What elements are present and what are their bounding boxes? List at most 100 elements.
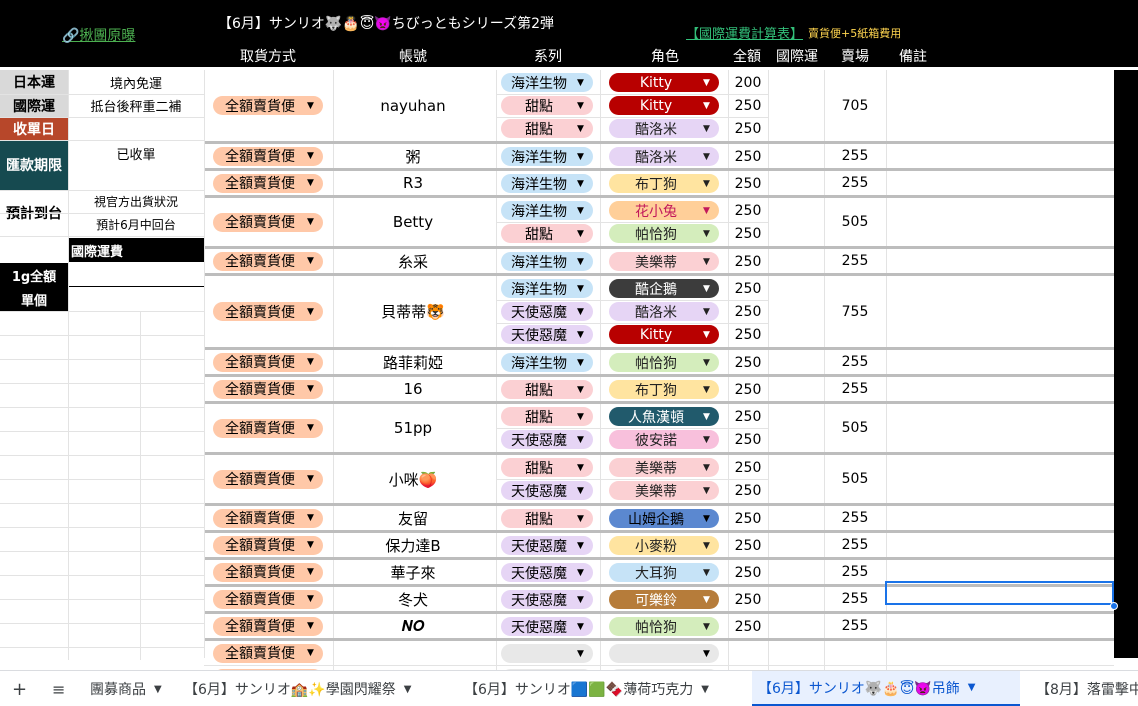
character-dropdown[interactable]: 大耳狗 ▼ bbox=[609, 563, 719, 582]
character-dropdown[interactable]: Kitty ▼ bbox=[609, 73, 719, 92]
grid-line bbox=[333, 506, 334, 530]
series-dropdown[interactable]: 天使惡魔 ▼ bbox=[501, 536, 593, 555]
character-dropdown[interactable]: 人魚漢頓 ▼ bbox=[609, 407, 719, 426]
amount-cell: 250 bbox=[734, 280, 762, 297]
add-sheet-icon[interactable]: + bbox=[12, 671, 30, 706]
grid-line bbox=[886, 171, 887, 195]
grid-line bbox=[600, 198, 601, 246]
pickup-dropdown-label: 全額賣貨便 bbox=[225, 149, 295, 165]
pickup-dropdown[interactable]: 全額賣貨便 ▼ bbox=[213, 418, 323, 438]
pickup-dropdown[interactable]: 全額賣貨便 ▼ bbox=[213, 643, 323, 663]
character-dropdown[interactable]: 酷洛米 ▼ bbox=[609, 119, 719, 138]
series-dropdown[interactable]: 天使惡魔 ▼ bbox=[501, 430, 593, 449]
series-dropdown[interactable]: 海洋生物 ▼ bbox=[501, 353, 593, 372]
series-dropdown[interactable]: 甜點 ▼ bbox=[501, 224, 593, 243]
series-dropdown[interactable]: 海洋生物 ▼ bbox=[501, 201, 593, 220]
grid-line bbox=[600, 533, 601, 557]
pickup-dropdown[interactable]: 全額賣貨便 ▼ bbox=[213, 508, 323, 528]
pickup-dropdown[interactable]: 全額賣貨便 ▼ bbox=[213, 302, 323, 321]
character-dropdown[interactable]: 布丁狗 ▼ bbox=[609, 380, 719, 399]
character-dropdown[interactable]: ▼ bbox=[609, 644, 719, 663]
grid-line bbox=[600, 506, 601, 530]
amount-cell: 200 bbox=[734, 74, 762, 91]
series-dropdown[interactable]: 天使惡魔 ▼ bbox=[501, 617, 593, 636]
series-dropdown[interactable]: ▼ bbox=[501, 644, 593, 663]
pickup-dropdown[interactable]: 全額賣貨便 ▼ bbox=[213, 251, 323, 271]
pickup-dropdown[interactable]: 全額賣貨便 ▼ bbox=[213, 535, 323, 555]
series-dropdown[interactable]: 海洋生物 ▼ bbox=[501, 252, 593, 271]
grid-line bbox=[728, 70, 729, 141]
series-dropdown[interactable]: 海洋生物 ▼ bbox=[501, 279, 593, 298]
pickup-dropdown[interactable]: 全額賣貨便 ▼ bbox=[213, 96, 323, 115]
grid-line bbox=[824, 171, 825, 195]
series-dropdown[interactable]: 海洋生物 ▼ bbox=[501, 147, 593, 166]
character-dropdown[interactable]: 花小兔 ▼ bbox=[609, 201, 719, 220]
series-dropdown[interactable]: 甜點 ▼ bbox=[501, 380, 593, 399]
pickup-dropdown[interactable]: 全額賣貨便 ▼ bbox=[213, 616, 323, 636]
character-dropdown[interactable]: Kitty ▼ bbox=[609, 96, 719, 115]
series-dropdown[interactable]: 天使惡魔 ▼ bbox=[501, 590, 593, 609]
character-dropdown-label: 可樂鈴 bbox=[635, 592, 677, 609]
selected-cell[interactable] bbox=[885, 581, 1114, 605]
pickup-dropdown[interactable]: 全額賣貨便 ▼ bbox=[213, 173, 323, 193]
amount-cell: 250 bbox=[734, 97, 762, 114]
series-dropdown[interactable]: 天使惡魔 ▼ bbox=[501, 563, 593, 582]
all-sheets-menu-icon[interactable]: ≡ bbox=[52, 671, 72, 706]
grid-line bbox=[728, 404, 729, 452]
character-dropdown[interactable]: 酷洛米 ▼ bbox=[609, 302, 719, 321]
pickup-dropdown[interactable]: 全額賣貨便 ▼ bbox=[213, 589, 323, 609]
series-dropdown[interactable]: 甜點 ▼ bbox=[501, 119, 593, 138]
pickup-dropdown[interactable]: 全額賣貨便 ▼ bbox=[213, 469, 323, 489]
character-dropdown[interactable]: 帕恰狗 ▼ bbox=[609, 224, 719, 243]
grid-line bbox=[0, 140, 204, 141]
character-dropdown-label: 小麥粉 bbox=[635, 538, 677, 555]
series-dropdown[interactable]: 海洋生物 ▼ bbox=[501, 174, 593, 193]
grid-line bbox=[0, 575, 204, 576]
character-dropdown[interactable]: 可樂鈴 ▼ bbox=[609, 590, 719, 609]
character-dropdown[interactable]: 美樂蒂 ▼ bbox=[609, 458, 719, 477]
store-total-cell: 505 bbox=[841, 471, 869, 487]
grid-line bbox=[0, 117, 204, 118]
sheet-tab[interactable]: 【8月】落雷擊中 bbox=[1030, 671, 1138, 706]
sheet-tab[interactable]: 團募商品 ▼ bbox=[84, 671, 184, 706]
character-dropdown[interactable]: 酷洛米 ▼ bbox=[609, 147, 719, 166]
grid-line bbox=[496, 455, 497, 503]
pickup-dropdown[interactable]: 全額賣貨便 ▼ bbox=[213, 562, 323, 582]
character-dropdown[interactable]: 美樂蒂 ▼ bbox=[609, 252, 719, 271]
pickup-dropdown[interactable]: 全額賣貨便 ▼ bbox=[213, 212, 323, 232]
pickup-dropdown[interactable]: 全額賣貨便 ▼ bbox=[213, 379, 323, 399]
series-dropdown[interactable]: 海洋生物 ▼ bbox=[501, 73, 593, 92]
sheet-tab[interactable]: 【6月】サンリオ🟦🟩🍫薄荷巧克力 ▼ bbox=[458, 671, 744, 706]
chevron-down-icon: ▼ bbox=[703, 648, 710, 659]
calc-table-link[interactable]: 【國際運費計算表】 bbox=[686, 23, 803, 42]
grid-line bbox=[728, 144, 729, 168]
photo-link[interactable]: 🔗揪團原曝 bbox=[62, 25, 135, 45]
character-dropdown[interactable]: 布丁狗 ▼ bbox=[609, 174, 719, 193]
character-dropdown[interactable]: 酷企鵝 ▼ bbox=[609, 279, 719, 298]
character-dropdown[interactable]: 帕恰狗 ▼ bbox=[609, 617, 719, 636]
grid-line bbox=[728, 533, 729, 557]
grid-line bbox=[0, 407, 204, 408]
series-dropdown[interactable]: 甜點 ▼ bbox=[501, 458, 593, 477]
series-dropdown[interactable]: 天使惡魔 ▼ bbox=[501, 481, 593, 500]
series-dropdown[interactable]: 甜點 ▼ bbox=[501, 509, 593, 528]
pickup-dropdown[interactable]: 全額賣貨便 ▼ bbox=[213, 352, 323, 372]
character-dropdown[interactable]: Kitty ▼ bbox=[609, 325, 719, 344]
character-dropdown[interactable]: 帕恰狗 ▼ bbox=[609, 353, 719, 372]
chevron-down-icon: ▼ bbox=[577, 621, 584, 632]
sheet-tab[interactable]: 【6月】サンリオ🐺🎂😇👿吊飾 ▼ bbox=[752, 671, 1020, 706]
series-dropdown[interactable]: 天使惡魔 ▼ bbox=[501, 302, 593, 321]
grid-line bbox=[886, 641, 887, 665]
grid-line bbox=[824, 350, 825, 374]
character-dropdown-label: Kitty bbox=[639, 97, 673, 114]
series-dropdown[interactable]: 甜點 ▼ bbox=[501, 96, 593, 115]
character-dropdown[interactable]: 美樂蒂 ▼ bbox=[609, 481, 719, 500]
fill-handle[interactable] bbox=[1110, 602, 1118, 610]
series-dropdown[interactable]: 甜點 ▼ bbox=[501, 407, 593, 426]
pickup-dropdown[interactable]: 全額賣貨便 ▼ bbox=[213, 146, 323, 166]
character-dropdown[interactable]: 山姆企鵝 ▼ bbox=[609, 509, 719, 528]
sheet-tab[interactable]: 【6月】サンリオ🏫✨學園閃耀祭 ▼ bbox=[178, 671, 450, 706]
character-dropdown[interactable]: 小麥粉 ▼ bbox=[609, 536, 719, 555]
character-dropdown[interactable]: 彼安諾 ▼ bbox=[609, 430, 719, 449]
series-dropdown[interactable]: 天使惡魔 ▼ bbox=[501, 325, 593, 344]
